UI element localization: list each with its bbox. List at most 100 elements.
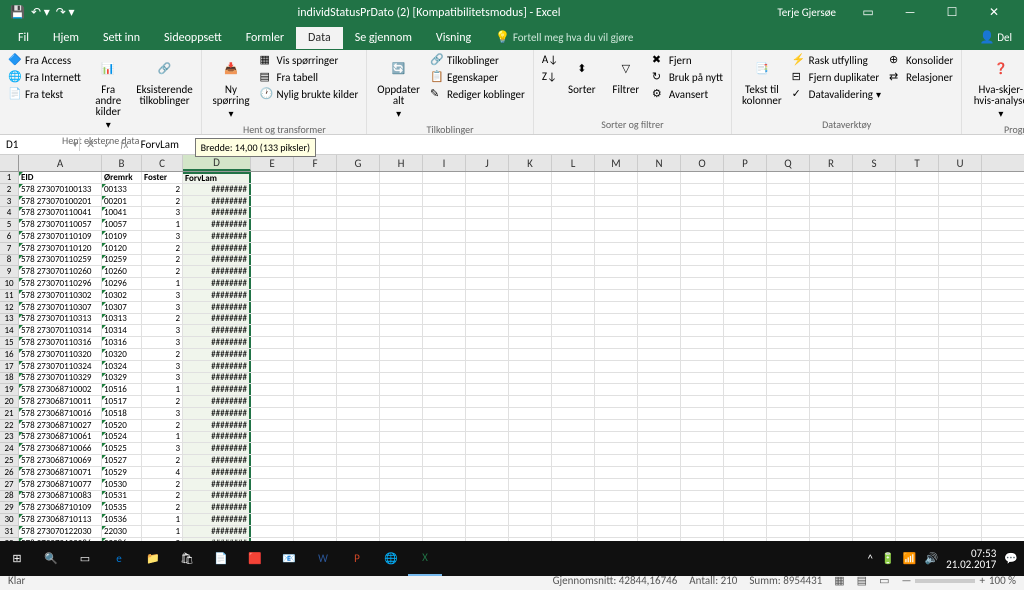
cell[interactable]	[638, 325, 681, 336]
tray-battery-icon[interactable]: 🔋	[881, 552, 895, 565]
cell[interactable]	[681, 243, 724, 254]
cell[interactable]	[423, 349, 466, 360]
new-query-button[interactable]: 📥Ny spørring ▾	[208, 52, 253, 121]
cell[interactable]	[681, 172, 724, 183]
cell[interactable]: 10520	[102, 420, 142, 431]
cell[interactable]	[251, 337, 294, 348]
cell[interactable]: 2	[142, 479, 183, 490]
cell[interactable]	[724, 526, 767, 537]
cell[interactable]: 578 273068710011	[19, 396, 102, 407]
cell[interactable]	[853, 231, 896, 242]
cell[interactable]	[724, 361, 767, 372]
cell[interactable]	[638, 278, 681, 289]
cell[interactable]	[896, 266, 939, 277]
cell[interactable]	[681, 207, 724, 218]
cell[interactable]	[251, 349, 294, 360]
cell[interactable]: 578 273070110316	[19, 337, 102, 348]
cell[interactable]: 578 273070110259	[19, 255, 102, 266]
cell[interactable]	[251, 231, 294, 242]
cell[interactable]	[251, 384, 294, 395]
cell[interactable]	[423, 420, 466, 431]
text-to-columns-button[interactable]: 📑Tekst til kolonner	[738, 52, 786, 108]
cell[interactable]	[724, 278, 767, 289]
cell[interactable]	[810, 361, 853, 372]
cell[interactable]	[896, 443, 939, 454]
cell[interactable]: ########	[183, 196, 251, 207]
column-header-G[interactable]: G	[337, 155, 380, 171]
row-header[interactable]: 27	[0, 479, 19, 491]
cell[interactable]: ########	[183, 455, 251, 466]
cell[interactable]: 578 273070110314	[19, 325, 102, 336]
what-if-button[interactable]: ❓Hva-skjer-hvis-analyse ▾	[968, 52, 1024, 121]
cell[interactable]	[595, 432, 638, 443]
row-header[interactable]: 16	[0, 349, 19, 361]
cell[interactable]	[939, 491, 982, 502]
cell[interactable]	[896, 219, 939, 230]
cell[interactable]	[810, 491, 853, 502]
cell[interactable]	[896, 384, 939, 395]
cell[interactable]	[724, 514, 767, 525]
cell[interactable]	[380, 361, 423, 372]
column-header-C[interactable]: C	[142, 155, 183, 171]
cell[interactable]: ########	[183, 278, 251, 289]
row-header[interactable]: 7	[0, 243, 19, 255]
cell[interactable]	[423, 231, 466, 242]
cell[interactable]: 2	[142, 491, 183, 502]
cell[interactable]	[423, 467, 466, 478]
cell[interactable]	[294, 337, 337, 348]
cell[interactable]	[638, 349, 681, 360]
cell[interactable]	[939, 196, 982, 207]
cell[interactable]	[423, 526, 466, 537]
cell[interactable]	[681, 266, 724, 277]
cell[interactable]	[337, 502, 380, 513]
cell[interactable]	[810, 455, 853, 466]
cell[interactable]	[251, 491, 294, 502]
cell[interactable]: 578 273070110320	[19, 349, 102, 360]
cell[interactable]	[466, 479, 509, 490]
cell[interactable]	[466, 290, 509, 301]
cell[interactable]	[423, 172, 466, 183]
cell[interactable]: 10316	[102, 337, 142, 348]
cell[interactable]	[509, 479, 552, 490]
cell[interactable]: ########	[183, 231, 251, 242]
cell[interactable]: 3	[142, 337, 183, 348]
cell[interactable]	[939, 337, 982, 348]
cell[interactable]	[724, 420, 767, 431]
cell[interactable]	[509, 266, 552, 277]
cell[interactable]	[896, 479, 939, 490]
cell[interactable]	[294, 420, 337, 431]
cell[interactable]	[509, 396, 552, 407]
cell[interactable]: 578 273070110109	[19, 231, 102, 242]
cell[interactable]	[423, 219, 466, 230]
column-header-R[interactable]: R	[810, 155, 853, 171]
cell[interactable]	[595, 396, 638, 407]
redo-icon[interactable]: ↷ ▾	[56, 5, 75, 20]
cell[interactable]: 2	[142, 502, 183, 513]
row-header[interactable]: 31	[0, 526, 19, 538]
cell[interactable]: 2	[142, 420, 183, 431]
cell[interactable]	[767, 337, 810, 348]
cell[interactable]: 1	[142, 384, 183, 395]
cell[interactable]	[595, 491, 638, 502]
cell[interactable]	[638, 455, 681, 466]
cell[interactable]	[337, 408, 380, 419]
cell[interactable]	[337, 337, 380, 348]
cell[interactable]	[595, 467, 638, 478]
maximize-button[interactable]: ☐	[932, 0, 972, 25]
cell[interactable]: 1	[142, 526, 183, 537]
cell[interactable]	[810, 290, 853, 301]
row-header[interactable]: 23	[0, 432, 19, 444]
cell[interactable]: ########	[183, 325, 251, 336]
cell[interactable]	[466, 325, 509, 336]
cell[interactable]	[380, 266, 423, 277]
column-header-J[interactable]: J	[466, 155, 509, 171]
cell[interactable]	[466, 526, 509, 537]
cell[interactable]: 10525	[102, 443, 142, 454]
cell[interactable]	[294, 514, 337, 525]
cell[interactable]	[552, 526, 595, 537]
enter-icon[interactable]: ✓	[103, 138, 112, 151]
cell[interactable]	[423, 184, 466, 195]
cell[interactable]	[939, 432, 982, 443]
cell[interactable]	[251, 479, 294, 490]
row-header[interactable]: 18	[0, 373, 19, 385]
